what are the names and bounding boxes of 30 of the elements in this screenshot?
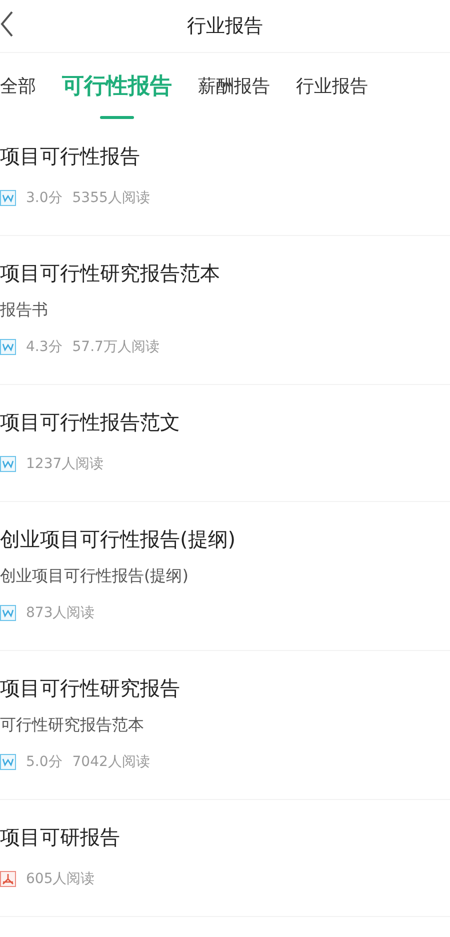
document-title[interactable]: 项目可行性报告 bbox=[0, 139, 450, 173]
read-count: 5355人阅读 bbox=[72, 189, 150, 207]
document-rating: 3.0分 bbox=[26, 189, 62, 207]
read-count: 873人阅读 bbox=[26, 604, 95, 622]
word-file-icon bbox=[0, 190, 16, 206]
word-file-icon bbox=[0, 339, 16, 355]
document-subtitle: 报告书 bbox=[0, 299, 49, 321]
read-count: 7042人阅读 bbox=[72, 753, 150, 771]
document-subtitle: 创业项目可行性报告(提纲) bbox=[0, 565, 190, 587]
read-count: 1237人阅读 bbox=[26, 455, 104, 473]
tab-underline bbox=[100, 116, 134, 119]
document-rating: 4.3分 bbox=[26, 338, 62, 356]
pdf-file-icon bbox=[0, 871, 16, 887]
word-file-icon bbox=[0, 754, 16, 770]
document-title[interactable]: 项目可行性研究报告 bbox=[0, 671, 450, 705]
category-tab[interactable]: 行业报告 bbox=[296, 53, 368, 119]
word-file-icon bbox=[0, 605, 16, 621]
category-tab[interactable]: 全部 bbox=[0, 53, 36, 119]
read-count: 605人阅读 bbox=[26, 870, 95, 888]
document-title[interactable]: 项目可行性报告范文 bbox=[0, 405, 450, 439]
document-rating: 5.0分 bbox=[26, 753, 62, 771]
back-icon[interactable] bbox=[0, 10, 14, 38]
read-count: 57.7万人阅读 bbox=[72, 338, 160, 356]
document-title[interactable]: 项目可行性研究报告范本 bbox=[0, 256, 450, 290]
word-file-icon bbox=[0, 456, 16, 472]
document-title[interactable]: 创业项目可行性报告(提纲) bbox=[0, 522, 450, 556]
page-title: 行业报告 bbox=[187, 14, 263, 39]
category-tab[interactable]: 薪酬报告 bbox=[198, 53, 270, 119]
document-title[interactable]: 项目可研报告 bbox=[0, 820, 450, 854]
document-subtitle: 可行性研究报告范本 bbox=[0, 714, 145, 736]
